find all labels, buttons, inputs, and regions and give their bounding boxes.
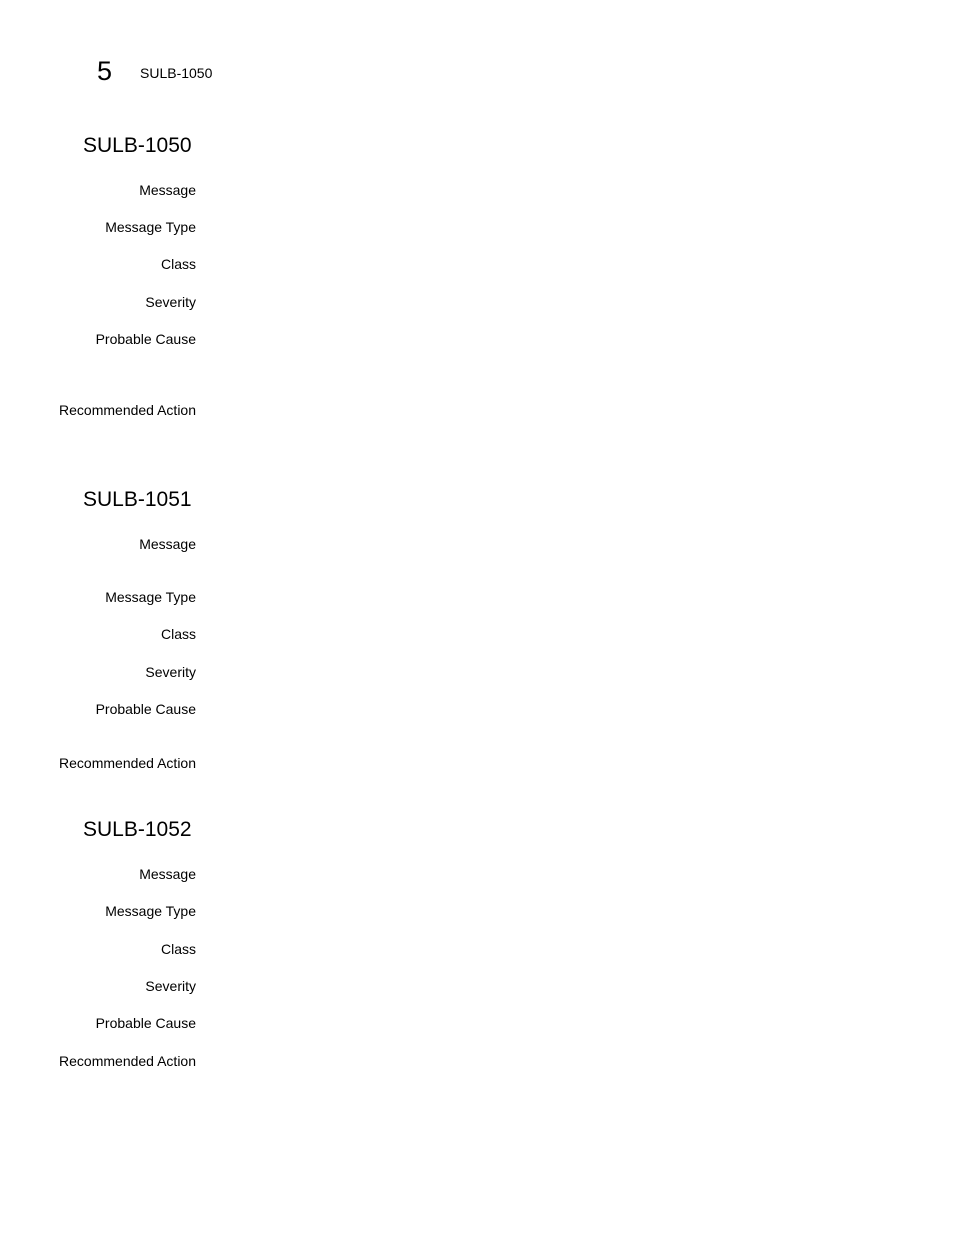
field-label-class: Class bbox=[160, 256, 196, 272]
field-value-class bbox=[215, 255, 895, 274]
field-value-severity bbox=[215, 977, 895, 996]
field-label-message: Message bbox=[139, 536, 196, 552]
field-value-probable-cause bbox=[215, 1014, 895, 1033]
field-value-message bbox=[215, 181, 895, 200]
field-label-probable-cause: Probable Cause bbox=[95, 1015, 196, 1031]
field-value-class bbox=[215, 940, 895, 959]
field-label-message-type: Message Type bbox=[105, 219, 196, 235]
field-value-message bbox=[215, 535, 895, 554]
field-value-probable-cause bbox=[215, 700, 895, 719]
running-title: SULB-1050 bbox=[140, 65, 213, 81]
field-label-message-type: Message Type bbox=[105, 589, 196, 605]
field-label-message-type: Message Type bbox=[105, 903, 196, 919]
field-label-recommended-action: Recommended Action bbox=[59, 402, 196, 418]
section-heading: SULB-1050 bbox=[83, 134, 192, 157]
field-value-recommended-action bbox=[215, 401, 895, 420]
field-value-message bbox=[215, 865, 895, 884]
field-label-message: Message bbox=[139, 866, 196, 882]
field-value-severity bbox=[215, 663, 895, 682]
field-label-probable-cause: Probable Cause bbox=[95, 331, 196, 347]
field-label-severity: Severity bbox=[145, 294, 196, 310]
section-heading: SULB-1051 bbox=[83, 488, 192, 511]
field-value-recommended-action bbox=[215, 754, 895, 773]
field-label-class: Class bbox=[160, 626, 196, 642]
field-value-recommended-action bbox=[215, 1052, 895, 1071]
field-label-class: Class bbox=[160, 941, 196, 957]
field-value-class bbox=[215, 625, 895, 644]
field-value-message-type bbox=[215, 588, 895, 607]
field-label-message: Message bbox=[139, 182, 196, 198]
field-label-recommended-action: Recommended Action bbox=[59, 755, 196, 771]
field-value-message-type bbox=[215, 902, 895, 921]
field-label-severity: Severity bbox=[145, 978, 196, 994]
chapter-number: 5 bbox=[97, 56, 113, 86]
field-label-recommended-action: Recommended Action bbox=[59, 1053, 196, 1069]
field-value-probable-cause bbox=[215, 330, 895, 349]
section-heading: SULB-1052 bbox=[83, 818, 192, 841]
field-value-message-type bbox=[215, 218, 895, 237]
field-value-severity bbox=[215, 293, 895, 312]
field-label-probable-cause: Probable Cause bbox=[95, 701, 196, 717]
field-label-severity: Severity bbox=[145, 664, 196, 680]
